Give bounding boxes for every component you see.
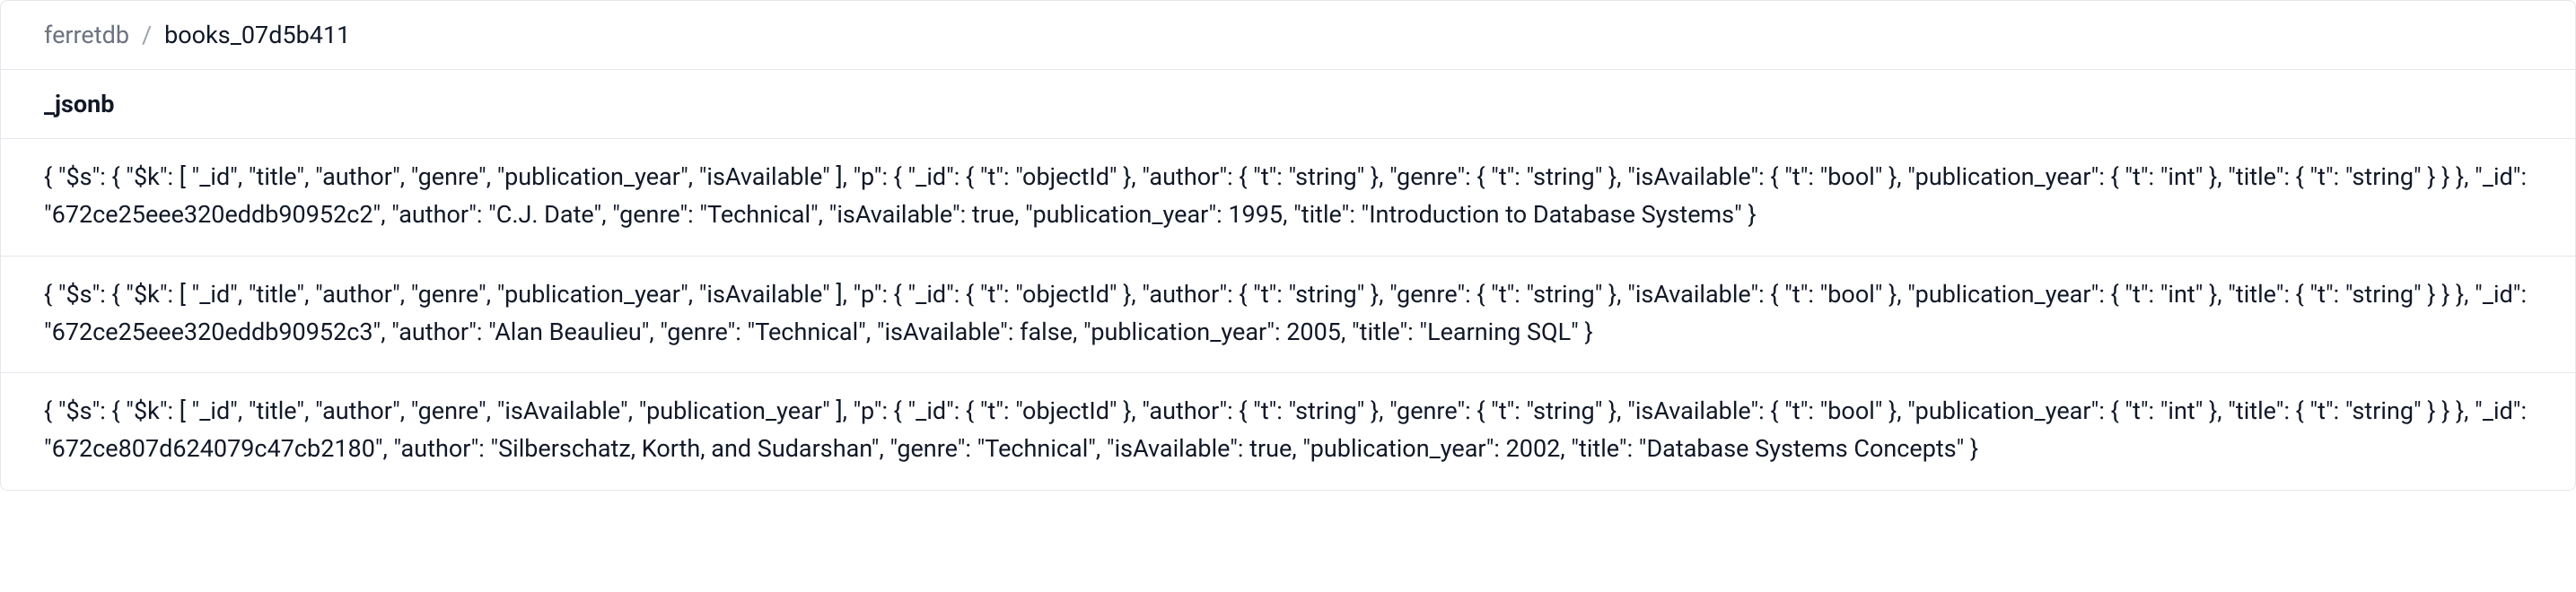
breadcrumb-parent[interactable]: ferretdb [44, 21, 129, 49]
table-row[interactable]: { "$s": { "$k": [ "_id", "title", "autho… [1, 257, 2575, 374]
column-header[interactable]: _jsonb [1, 70, 2575, 139]
cell-value: { "$s": { "$k": [ "_id", "title", "autho… [44, 396, 2527, 463]
table-row[interactable]: { "$s": { "$k": [ "_id", "title", "autho… [1, 139, 2575, 257]
column-header-label: _jsonb [44, 90, 114, 118]
breadcrumb-separator: / [142, 21, 152, 49]
breadcrumb: ferretdb / books_07d5b411 [1, 1, 2575, 70]
table-row[interactable]: { "$s": { "$k": [ "_id", "title", "autho… [1, 373, 2575, 490]
cell-value: { "$s": { "$k": [ "_id", "title", "autho… [44, 162, 2527, 229]
breadcrumb-current[interactable]: books_07d5b411 [164, 21, 350, 49]
cell-value: { "$s": { "$k": [ "_id", "title", "autho… [44, 280, 2527, 346]
table-container: ferretdb / books_07d5b411 _jsonb { "$s":… [0, 0, 2576, 491]
